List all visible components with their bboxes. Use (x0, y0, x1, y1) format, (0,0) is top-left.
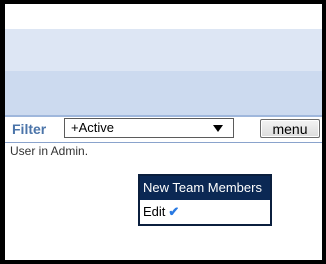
filter-label: Filter (12, 121, 47, 137)
header-band-bottom (5, 71, 322, 115)
status-text: User in Admin. (10, 144, 89, 158)
checkmark-icon: ✔ (168, 204, 180, 219)
chevron-down-icon (213, 125, 223, 132)
menu-item-label: New Team Members (143, 180, 262, 195)
menu-item-edit[interactable]: Edit ✔ (140, 200, 270, 224)
menu-item-new-team-members[interactable]: New Team Members (140, 176, 270, 200)
filter-toolbar: Filter +Active menu (5, 117, 322, 143)
menu-button[interactable]: menu (260, 119, 320, 138)
header-band-top (5, 29, 322, 71)
menu-dropdown: New Team Members Edit ✔ (138, 174, 272, 226)
filter-select-value: +Active (71, 120, 114, 135)
filter-select[interactable]: +Active (64, 118, 234, 138)
app-window: Filter +Active menu User in Admin. New T… (5, 4, 322, 260)
menu-item-label: Edit (143, 204, 166, 219)
